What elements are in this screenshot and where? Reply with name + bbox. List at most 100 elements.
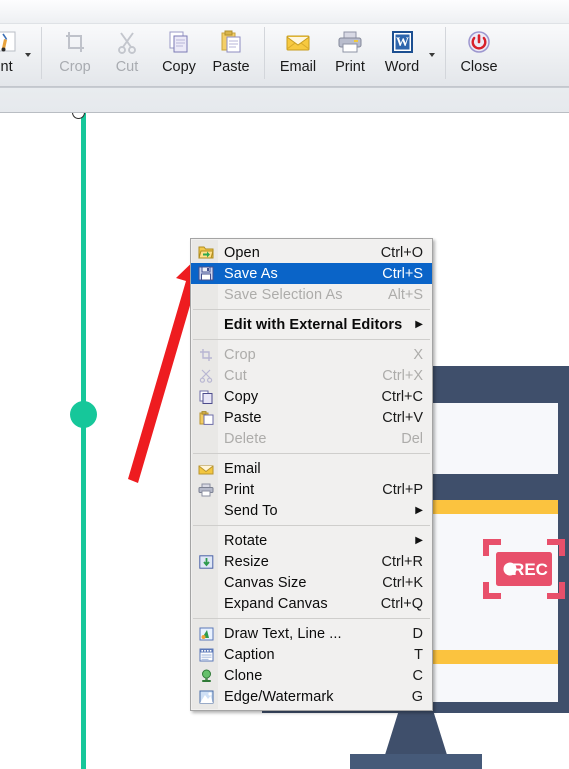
menu-item-save-as-shortcut: Ctrl+S <box>382 265 423 282</box>
menu-item-copy[interactable]: Copy Ctrl+C <box>191 386 432 407</box>
submenu-arrow-icon: ▶ <box>415 535 423 546</box>
menu-item-save-selection-as: Save Selection As Alt+S <box>191 284 432 305</box>
toolbar-button-cut[interactable]: Cut <box>101 23 153 85</box>
menu-item-save-as[interactable]: Save As Ctrl+S <box>191 263 432 284</box>
menu-item-email[interactable]: Email <box>191 458 432 479</box>
copy-icon <box>194 387 218 406</box>
toolbar-button-print[interactable]: Print <box>324 23 376 85</box>
menu-item-open-shortcut: Ctrl+O <box>380 244 423 261</box>
no-icon <box>194 285 218 304</box>
toolbar-button-paste[interactable]: Paste <box>205 23 257 85</box>
toolbar-button-close-label: Close <box>460 59 498 75</box>
printer-icon <box>194 480 218 499</box>
word-icon: W <box>389 27 415 57</box>
scissors-icon <box>114 27 140 57</box>
menu-item-expand-canvas[interactable]: Expand Canvas Ctrl+Q <box>191 593 432 614</box>
menu-item-clone-shortcut: C <box>412 667 423 684</box>
menu-item-copy-label: Copy <box>224 388 259 405</box>
no-icon <box>194 429 218 448</box>
toolbar-separator-3 <box>445 27 446 79</box>
toolbar-button-copy[interactable]: Copy <box>153 23 205 85</box>
menu-separator-5 <box>193 618 430 619</box>
toolbar-button-email[interactable]: Email <box>272 23 324 85</box>
svg-text:REC: REC <box>512 560 548 579</box>
menu-item-send-to[interactable]: Send To ▶ <box>191 500 432 521</box>
paint-icon <box>0 27 18 57</box>
caption-icon <box>194 645 218 664</box>
menu-separator-3 <box>193 453 430 454</box>
menu-item-resize-label: Resize <box>224 553 269 570</box>
no-icon <box>194 594 218 613</box>
menu-item-print-shortcut: Ctrl+P <box>382 481 423 498</box>
resize-icon <box>194 552 218 571</box>
menu-item-delete: Delete Del <box>191 428 432 449</box>
printer-icon <box>336 27 364 57</box>
toolbar-button-paint-label: int <box>0 59 13 75</box>
menu-item-paste[interactable]: Paste Ctrl+V <box>191 407 432 428</box>
menu-item-email-label: Email <box>224 460 261 477</box>
menu-item-cut-shortcut: Ctrl+X <box>382 367 423 384</box>
menu-separator-4 <box>193 525 430 526</box>
toolbar-lower-band <box>0 88 569 113</box>
scissors-icon <box>194 366 218 385</box>
paste-icon <box>218 27 244 57</box>
power-icon <box>466 27 492 57</box>
menu-item-send-to-label: Send To <box>224 502 278 519</box>
menu-item-caption-label: Caption <box>224 646 275 663</box>
teal-dot-annotation[interactable] <box>70 401 97 428</box>
menu-item-rotate-label: Rotate <box>224 532 268 549</box>
paste-icon <box>194 408 218 427</box>
menu-item-caption[interactable]: Caption T <box>191 644 432 665</box>
menu-item-save-selection-as-label: Save Selection As <box>224 286 343 303</box>
menu-item-edit-with-external-editors[interactable]: Edit with External Editors ▶ <box>191 314 432 335</box>
teal-vertical-line[interactable] <box>81 113 86 769</box>
menu-item-draw-text-line-label: Draw Text, Line ... <box>224 625 342 642</box>
menu-item-expand-canvas-shortcut: Ctrl+Q <box>380 595 423 612</box>
crop-icon <box>194 345 218 364</box>
no-icon <box>194 315 218 334</box>
menu-item-open[interactable]: Open Ctrl+O <box>191 242 432 263</box>
toolbar-button-close[interactable]: Close <box>453 23 505 85</box>
submenu-arrow-icon: ▶ <box>415 319 423 330</box>
toolbar-button-word[interactable]: W Word <box>376 23 428 85</box>
monitor-stand-base <box>350 754 482 769</box>
menu-item-paste-shortcut: Ctrl+V <box>382 409 423 426</box>
envelope-icon <box>194 459 218 478</box>
main-toolbar: int Crop <box>0 0 569 88</box>
clone-icon <box>194 666 218 685</box>
paint-dropdown-arrow-icon[interactable] <box>25 53 31 57</box>
menu-item-resize-shortcut: Ctrl+R <box>381 553 424 570</box>
open-folder-icon <box>194 243 218 262</box>
toolbar-separator <box>41 27 42 79</box>
toolbar-button-paint[interactable]: int <box>0 23 24 85</box>
menu-item-crop-shortcut: X <box>413 346 423 363</box>
menu-item-copy-shortcut: Ctrl+C <box>381 388 424 405</box>
menu-item-canvas-size-label: Canvas Size <box>224 574 307 591</box>
edge-watermark-icon <box>194 687 218 706</box>
word-dropdown-arrow-icon[interactable] <box>429 53 435 57</box>
context-menu[interactable]: Open Ctrl+O Save As Ctrl+S Save Selectio… <box>190 238 433 711</box>
menu-item-edge-watermark[interactable]: Edge/Watermark G <box>191 686 432 707</box>
menu-item-draw-text-line[interactable]: Draw Text, Line ... D <box>191 623 432 644</box>
toolbar-button-crop[interactable]: Crop <box>49 23 101 85</box>
no-icon <box>194 573 218 592</box>
menu-item-save-selection-as-shortcut: Alt+S <box>387 286 423 303</box>
menu-item-rotate[interactable]: Rotate ▶ <box>191 530 432 551</box>
menu-item-canvas-size[interactable]: Canvas Size Ctrl+K <box>191 572 432 593</box>
copy-icon <box>166 27 192 57</box>
menu-item-edit-with-external-editors-label: Edit with External Editors <box>224 316 403 333</box>
no-icon <box>194 501 218 520</box>
menu-item-open-label: Open <box>224 244 260 261</box>
menu-item-crop: Crop X <box>191 344 432 365</box>
submenu-arrow-icon: ▶ <box>415 505 423 516</box>
menu-item-edge-watermark-label: Edge/Watermark <box>224 688 334 705</box>
menu-item-save-as-label: Save As <box>224 265 278 282</box>
menu-item-print[interactable]: Print Ctrl+P <box>191 479 432 500</box>
menu-item-clone[interactable]: Clone C <box>191 665 432 686</box>
draw-icon <box>194 624 218 643</box>
menu-item-caption-shortcut: T <box>414 646 423 663</box>
toolbar-button-print-label: Print <box>335 59 365 75</box>
toolbar-bottom-line <box>0 86 569 87</box>
menu-item-resize[interactable]: Resize Ctrl+R <box>191 551 432 572</box>
menu-separator-2 <box>193 339 430 340</box>
